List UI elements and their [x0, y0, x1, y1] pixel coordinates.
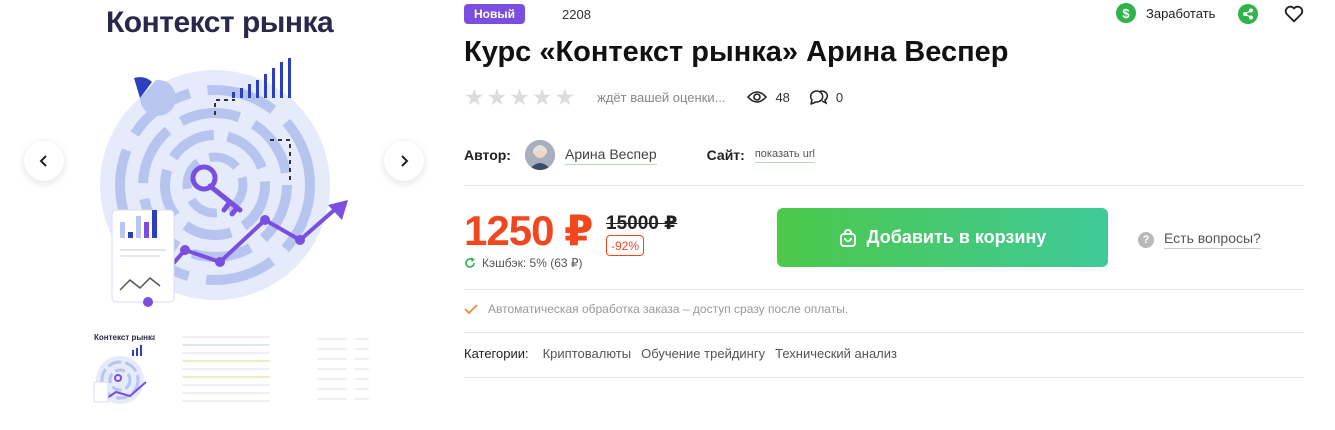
star-icon[interactable]: ★ — [555, 85, 576, 109]
divider — [464, 377, 1304, 378]
cashback: Кэшбэк: 5% (63 ₽) — [464, 256, 583, 270]
rating-text: ждёт вашей оценки... — [597, 89, 726, 105]
maze-illustration — [100, 58, 348, 307]
gallery-prev-button[interactable] — [24, 141, 64, 181]
share-icon — [1243, 8, 1253, 20]
views-count: 48 — [747, 89, 790, 105]
thumbnail-list[interactable] — [315, 330, 375, 408]
eye-icon — [747, 91, 768, 103]
comments-value: 0 — [835, 89, 844, 105]
chevron-left-icon — [39, 155, 47, 167]
current-price: 1250 ₽ — [464, 207, 593, 254]
site-label: Сайт: — [706, 147, 745, 163]
star-icon[interactable]: ★ — [532, 85, 553, 109]
old-price: 15000 ₽ — [606, 213, 678, 234]
author-link[interactable]: Арина Веспер — [564, 146, 657, 165]
shopping-bag-icon — [839, 228, 856, 247]
delivery-note-text: Автоматическая обработка заказа – доступ… — [488, 302, 849, 316]
delivery-note: Автоматическая обработка заказа – доступ… — [464, 302, 848, 316]
star-icon[interactable]: ★ — [509, 85, 530, 109]
product-gallery: Контекст рынка Контекст рынка — [0, 0, 450, 430]
dollar-icon: $ — [1116, 3, 1136, 23]
comment-icon — [809, 90, 828, 105]
categories-label: Категории: — [464, 346, 529, 361]
category-link-trading-education[interactable]: Обучение трейдингу — [641, 346, 765, 361]
category-link-crypto[interactable]: Криптовалюты — [543, 346, 631, 361]
add-to-cart-label: Добавить в корзину — [866, 227, 1047, 247]
gallery-next-button[interactable] — [384, 141, 424, 181]
product-title: Курс «Контекст рынка» Арина Веспер — [464, 36, 1009, 68]
product-sku: 2208 — [562, 7, 591, 22]
main-product-image[interactable]: Контекст рынка — [90, 0, 360, 310]
category-link-technical-analysis[interactable]: Технический анализ — [775, 346, 897, 361]
divider — [464, 332, 1304, 333]
check-icon — [464, 304, 478, 315]
divider — [464, 289, 1304, 290]
discount-badge: -92% — [606, 235, 645, 256]
share-button[interactable] — [1238, 4, 1258, 24]
author-avatar[interactable] — [524, 140, 555, 170]
questions-link[interactable]: ? Есть вопросы? — [1138, 230, 1261, 249]
author-label: Автор: — [464, 147, 511, 163]
divider — [464, 185, 1304, 186]
thumb-maze-illustration — [93, 345, 147, 404]
product-info: Новый 2208 $ Заработать Курс «Контекст р… — [464, 0, 1304, 430]
heart-icon — [1284, 5, 1304, 23]
show-url-link[interactable]: показать url — [754, 148, 815, 163]
new-badge: Новый — [464, 4, 525, 24]
chevron-right-icon — [401, 155, 409, 167]
question-icon: ? — [1138, 231, 1154, 248]
refresh-icon — [465, 257, 475, 268]
cashback-text: Кэшбэк: 5% (63 ₽) — [482, 256, 583, 270]
thumbnail-spreadsheet[interactable] — [178, 330, 278, 408]
earn-link[interactable]: $ Заработать — [1116, 3, 1215, 23]
rating-row: ★ ★ ★ ★ ★ ждёт вашей оценки... 48 0 — [464, 85, 843, 109]
favorite-button[interactable] — [1283, 3, 1305, 25]
rating-stars[interactable]: ★ ★ ★ ★ ★ — [464, 85, 576, 109]
gallery-thumbnails: Контекст рынка — [90, 330, 390, 410]
meta-row: Автор: Арина Веспер Сайт: показать url — [464, 139, 815, 171]
avatar-image — [524, 140, 555, 170]
comments-count[interactable]: 0 — [808, 88, 843, 106]
questions-label: Есть вопросы? — [1164, 230, 1261, 249]
thumbnail-cover[interactable]: Контекст рынка — [90, 330, 155, 408]
categories-row: Категории: Криптовалюты Обучение трейдин… — [464, 346, 907, 361]
views-value: 48 — [775, 89, 790, 105]
star-icon[interactable]: ★ — [487, 85, 508, 109]
add-to-cart-button[interactable]: Добавить в корзину — [777, 208, 1108, 267]
star-icon[interactable]: ★ — [464, 85, 485, 109]
earn-label: Заработать — [1146, 5, 1216, 21]
